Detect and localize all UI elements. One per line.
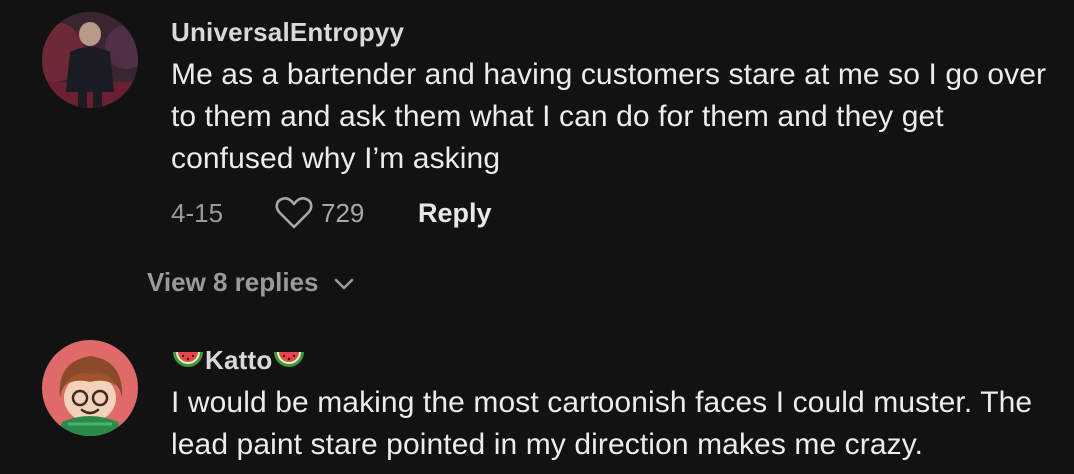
watermelon-icon: [274, 352, 305, 367]
avatar[interactable]: [42, 12, 138, 108]
comments-panel: UniversalEntropyy Me as a bartender and …: [0, 0, 1074, 474]
chevron-down-icon: [334, 278, 353, 290]
heart-outline-icon: [275, 197, 313, 229]
comment-username[interactable]: Katto: [171, 345, 306, 375]
view-replies-button[interactable]: View 8 replies: [147, 265, 355, 299]
watermelon-icon: [173, 352, 203, 367]
reply-button[interactable]: Reply: [418, 198, 492, 229]
comment-username-text: Katto: [205, 345, 273, 375]
view-replies-label: View 8 replies: [147, 266, 319, 297]
comment-text: I would be making the most cartoonish fa…: [171, 386, 1033, 461]
comment-date: 4-15: [171, 197, 224, 228]
comment-meta: 4-15 729 Reply: [171, 196, 492, 230]
like-count: 729: [321, 197, 365, 228]
comment-username[interactable]: UniversalEntropyy: [171, 17, 404, 47]
avatar[interactable]: [42, 340, 138, 436]
comment-text: Me as a bartender and having customers s…: [171, 58, 1047, 175]
like-button[interactable]: 729: [275, 196, 418, 230]
